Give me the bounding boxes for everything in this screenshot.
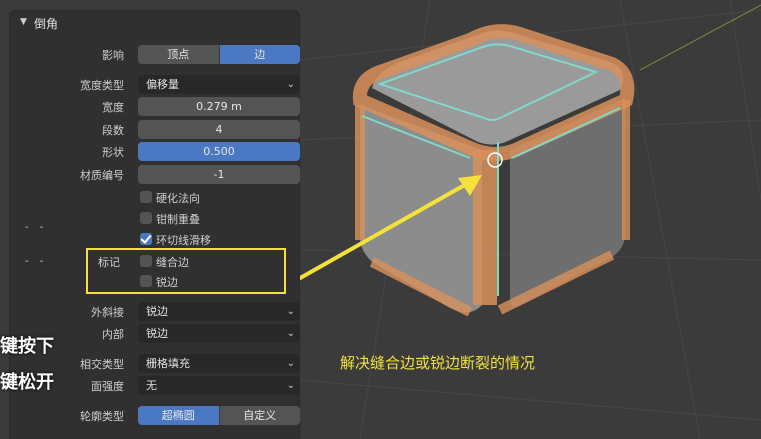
face-strength-value: 无 xyxy=(146,379,157,392)
chevron-down-icon: ⌄ xyxy=(286,380,295,391)
checkbox-box xyxy=(140,212,152,224)
checkbox-label: 钳制重叠 xyxy=(156,213,200,226)
profile-type-toggle: 超椭圆 自定义 xyxy=(138,406,300,425)
checkmark-icon xyxy=(140,233,152,245)
key-release-overlay: 键松开 xyxy=(0,372,54,393)
affect-label: 影响 xyxy=(102,49,124,62)
intersection-type-dropdown[interactable]: 栅格填充 ⌄ xyxy=(138,354,300,373)
material-label: 材质编号 xyxy=(80,169,124,182)
checkbox-box xyxy=(140,191,152,203)
outer-miter-dropdown[interactable]: 锐边 ⌄ xyxy=(138,302,300,321)
inner-miter-value: 锐边 xyxy=(146,327,168,340)
highlight-box xyxy=(86,248,286,294)
material-index-field[interactable]: -1 xyxy=(138,165,300,184)
dash-marker: - - xyxy=(25,222,48,233)
width-type-label: 宽度类型 xyxy=(80,79,124,92)
shape-label: 形状 xyxy=(102,146,124,159)
outer-miter-value: 锐边 xyxy=(146,305,168,318)
panel-title: 倒角 xyxy=(34,17,59,31)
shape-slider[interactable]: 0.500 xyxy=(138,142,300,161)
affect-vertices-option[interactable]: 顶点 xyxy=(138,45,219,64)
collapse-triangle-icon[interactable]: ▼ xyxy=(20,17,27,27)
width-label: 宽度 xyxy=(102,101,124,114)
segments-field[interactable]: 4 xyxy=(138,120,300,139)
chevron-down-icon: ⌄ xyxy=(286,306,295,317)
width-type-value: 偏移量 xyxy=(146,78,179,91)
profile-type-label: 轮廓类型 xyxy=(80,410,124,423)
panel-header[interactable]: ▼ 倒角 xyxy=(10,11,299,35)
chevron-down-icon: ⌄ xyxy=(286,328,295,339)
outer-miter-label: 外斜接 xyxy=(91,306,124,319)
chevron-down-icon: ⌄ xyxy=(286,79,295,90)
annotation-caption: 解决缝合边或锐边断裂的情况 xyxy=(340,354,536,372)
width-field[interactable]: 0.279 m xyxy=(138,97,300,116)
checkbox-label: 环切线滑移 xyxy=(156,234,211,247)
key-press-overlay: 键按下 xyxy=(0,336,54,357)
chevron-down-icon: ⌄ xyxy=(286,358,295,369)
width-type-dropdown[interactable]: 偏移量 ⌄ xyxy=(138,75,300,94)
profile-superellipse-option[interactable]: 超椭圆 xyxy=(138,406,219,425)
affect-edges-option[interactable]: 边 xyxy=(218,45,300,64)
dash-marker: - - xyxy=(25,256,48,267)
profile-custom-option[interactable]: 自定义 xyxy=(218,406,300,425)
intersection-type-value: 栅格填充 xyxy=(146,357,190,370)
segments-label: 段数 xyxy=(102,124,124,137)
inner-miter-dropdown[interactable]: 锐边 ⌄ xyxy=(138,324,300,343)
affect-toggle: 顶点 边 xyxy=(138,45,300,64)
face-strength-dropdown[interactable]: 无 ⌄ xyxy=(138,376,300,395)
checkbox-label: 硬化法向 xyxy=(156,192,200,205)
